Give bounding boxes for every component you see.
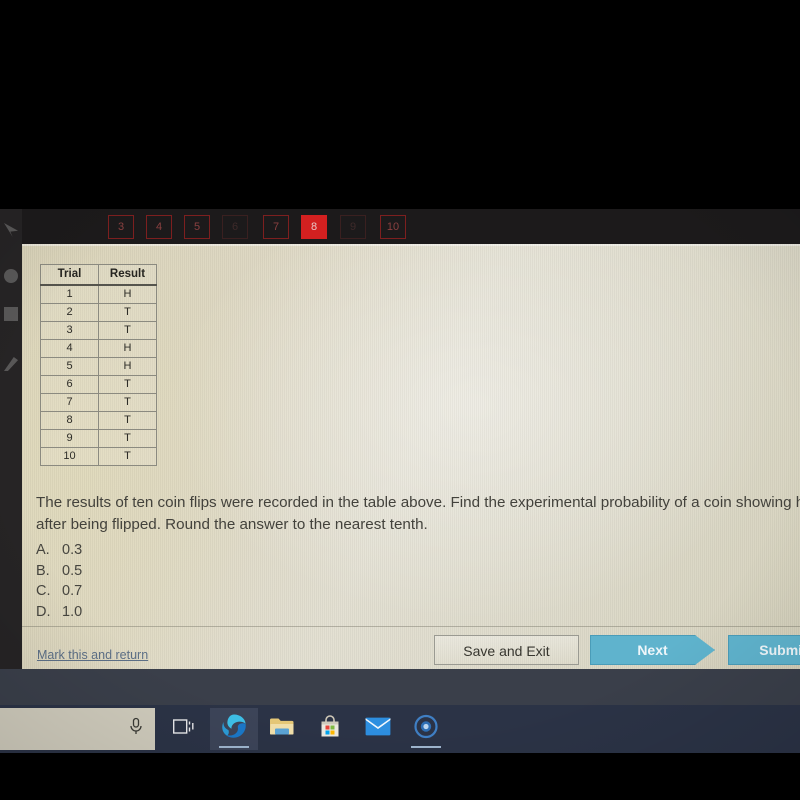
- answer-choice-c[interactable]: C. 0.7: [36, 581, 82, 602]
- answer-choice-list: A. 0.3 B. 0.5 C. 0.7 D. 1.0: [36, 540, 82, 622]
- table-cell-result: T: [98, 321, 157, 340]
- table-cell-trial: 9: [40, 429, 99, 448]
- table-cell-result: T: [98, 303, 157, 322]
- question-number-tabs: 3 4 5 6 7 8 9 10: [0, 209, 800, 244]
- table-row: 1H: [40, 284, 157, 304]
- choice-value: 0.3: [62, 542, 83, 558]
- question-tab-3[interactable]: 3: [108, 215, 134, 239]
- question-tab-9[interactable]: 9: [340, 215, 366, 239]
- table-header-result: Result: [98, 264, 157, 286]
- table-cell-result: H: [98, 284, 157, 304]
- table-body: 1 H 2 T 3 T 4 H 5 H 6 T 7 T 8 T 9 T 10 T: [40, 284, 157, 466]
- table-header-trial: Trial: [40, 264, 99, 286]
- table-row: 4H: [40, 339, 157, 358]
- table-cell-result: H: [98, 339, 157, 358]
- choice-label: C.: [36, 583, 51, 599]
- microsoft-store-icon[interactable]: [318, 715, 342, 744]
- taskbar-active-indicator: [219, 746, 249, 748]
- microphone-icon[interactable]: [129, 717, 143, 741]
- choice-value: 0.5: [62, 562, 83, 579]
- page-top-edge: [22, 244, 800, 246]
- browser-left-sidebar: [0, 209, 22, 669]
- question-line-1: The results of ten coin flips were recor…: [36, 494, 800, 511]
- table-cell-trial: 10: [40, 447, 99, 466]
- question-line-2: after being flipped. Round the answer to…: [36, 516, 428, 533]
- table-cell-trial: 1: [40, 284, 99, 304]
- screen-bottom-dark-area: [0, 753, 800, 800]
- question-number-tabstrip: 3 4 5 6 7 8 9 10: [0, 209, 800, 244]
- table-cell-trial: 3: [40, 321, 99, 340]
- table-cell-trial: 4: [40, 339, 99, 358]
- question-tab-4[interactable]: 4: [146, 215, 172, 239]
- choice-value: 0.7: [62, 583, 83, 599]
- file-explorer-icon[interactable]: [269, 716, 295, 743]
- taskbar-item-task-view[interactable]: [160, 708, 208, 750]
- desktop-background: [0, 669, 800, 705]
- choice-label: A.: [36, 542, 50, 558]
- question-tab-8[interactable]: 8: [301, 215, 327, 239]
- table-cell-trial: 6: [40, 375, 99, 394]
- taskbar-item-app-circle[interactable]: [402, 708, 450, 750]
- submit-button[interactable]: Submit: [728, 635, 800, 665]
- task-view-icon[interactable]: [172, 719, 195, 740]
- table-cell-trial: 5: [40, 357, 99, 376]
- table-cell-result: T: [98, 447, 157, 466]
- table-row: 2T: [40, 303, 157, 322]
- table-cell-result: T: [98, 375, 157, 394]
- answer-choice-d[interactable]: D. 1.0: [36, 602, 82, 623]
- sidebar-circle-icon: [4, 269, 18, 283]
- table-row: 6T: [40, 375, 157, 394]
- screen-top-dark-area: [0, 0, 800, 209]
- quiz-page: Trial Result 1 H 2 T 3 T 4 H 5 H 6 T 7 T 8 T 9 T 10 T The r…: [22, 244, 800, 669]
- taskbar-item-microsoft-store[interactable]: [306, 708, 354, 750]
- app-circle-icon[interactable]: [413, 714, 439, 745]
- edge-browser-icon[interactable]: [220, 713, 248, 746]
- question-tab-6[interactable]: 6: [222, 215, 248, 239]
- table-cell-result: H: [98, 357, 157, 376]
- table-row: 5H: [40, 357, 157, 376]
- table-cell-trial: 8: [40, 411, 99, 430]
- answer-choice-b[interactable]: B. 0.5: [36, 561, 82, 582]
- answer-choice-a[interactable]: A. 0.3: [36, 540, 82, 561]
- taskbar-item-edge[interactable]: [210, 708, 258, 750]
- question-tab-10[interactable]: 10: [380, 215, 406, 239]
- taskbar-item-mail[interactable]: [354, 708, 402, 750]
- question-tab-5[interactable]: 5: [184, 215, 210, 239]
- taskbar-search-box[interactable]: [0, 708, 155, 750]
- table-row: 10 T: [40, 447, 157, 466]
- next-button[interactable]: Next: [590, 635, 715, 665]
- mail-icon[interactable]: [365, 717, 391, 741]
- question-tab-7[interactable]: 7: [263, 215, 289, 239]
- table-cell-result: T: [98, 393, 157, 412]
- table-row: 9T: [40, 429, 157, 448]
- footer-divider: [22, 626, 800, 627]
- table-cell-result: T: [98, 429, 157, 448]
- windows-taskbar: [0, 705, 800, 753]
- taskbar-item-file-explorer[interactable]: [258, 708, 306, 750]
- table-cell-result: T: [98, 411, 157, 430]
- save-and-exit-button[interactable]: Save and Exit: [434, 635, 579, 665]
- table-row: 8T: [40, 411, 157, 430]
- coin-flip-results-table-wrapper: Trial Result 1 H 2 T 3 T 4 H 5 H 6 T 7 T 8 T 9 T 10 T: [40, 264, 157, 466]
- question-text: The results of ten coin flips were recor…: [36, 492, 800, 536]
- taskbar-active-indicator-2: [411, 746, 441, 748]
- table-header-row: Trial Result: [40, 264, 157, 286]
- choice-label: B.: [36, 562, 50, 579]
- sidebar-cursor-icon: [4, 223, 18, 237]
- table-row: 7T: [40, 393, 157, 412]
- coin-flip-results-table: Trial Result 1 H 2 T 3 T 4 H 5 H 6 T 7 T 8 T 9 T 10 T: [40, 264, 157, 466]
- table-cell-trial: 2: [40, 303, 99, 322]
- table-row: 3T: [40, 321, 157, 340]
- mark-this-and-return-link[interactable]: Mark this and return: [37, 648, 148, 662]
- sidebar-list-icon: [4, 307, 18, 321]
- choice-value: 1.0: [62, 603, 83, 620]
- table-cell-trial: 7: [40, 393, 99, 412]
- screenshot-root: 3 4 5 6 7 8 9 10 Trial Result 1H2T3T4H5H6T7T8T9…: [0, 0, 800, 800]
- sidebar-pen-icon: [4, 357, 18, 371]
- choice-label: D.: [36, 603, 51, 620]
